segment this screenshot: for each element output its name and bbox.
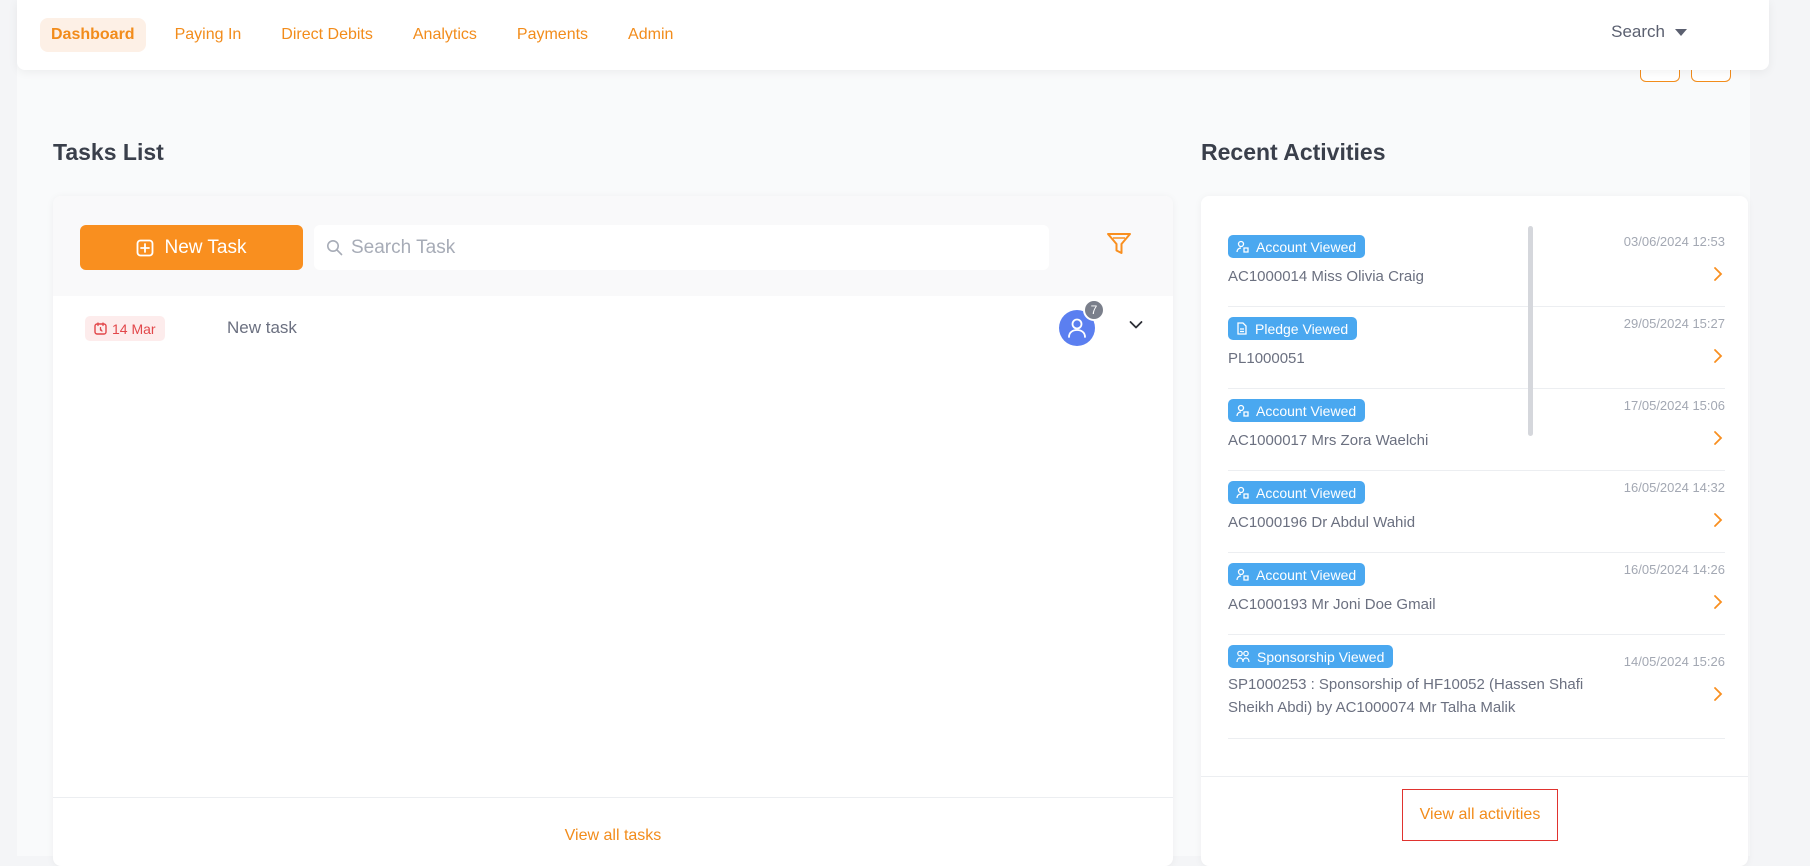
chevron-right-icon[interactable] xyxy=(1713,430,1723,446)
pledge-icon xyxy=(1236,322,1248,335)
activity-tag-label: Pledge Viewed xyxy=(1255,320,1349,337)
activity-description: AC1000193 Mr Joni Doe Gmail xyxy=(1228,596,1436,613)
activity-time: 16/05/2024 14:26 xyxy=(1623,562,1725,577)
activity-item[interactable]: Pledge Viewed 29/05/2024 15:27 PL1000051 xyxy=(1228,307,1725,389)
activities-card: Account Viewed 03/06/2024 12:53 AC100001… xyxy=(1201,196,1748,866)
activity-description: SP1000253 : Sponsorship of HF10052 (Hass… xyxy=(1228,676,1584,716)
top-navigation: Dashboard Paying In Direct Debits Analyt… xyxy=(17,0,1769,70)
activity-item[interactable]: Account Viewed 17/05/2024 15:06 AC100001… xyxy=(1228,389,1725,471)
activities-footer: View all activities xyxy=(1201,776,1748,866)
activity-time: 14/05/2024 15:26 xyxy=(1623,654,1725,669)
tasks-list-title: Tasks List xyxy=(53,139,164,165)
chevron-right-icon[interactable] xyxy=(1713,594,1723,610)
activity-tag: Account Viewed xyxy=(1228,399,1366,422)
task-row[interactable]: 14 Mar New task 7 xyxy=(53,296,1173,360)
activity-tag-label: Account Viewed xyxy=(1256,402,1357,419)
activity-tag-label: Sponsorship Viewed xyxy=(1257,648,1385,665)
activity-tag-label: Account Viewed xyxy=(1256,484,1357,501)
nav-item-dashboard[interactable]: Dashboard xyxy=(40,18,146,52)
activity-tag: Account Viewed xyxy=(1228,235,1366,258)
nav-item-paying-in[interactable]: Paying In xyxy=(164,18,253,52)
chevron-right-icon[interactable] xyxy=(1713,686,1723,702)
activity-tag-label: Account Viewed xyxy=(1256,566,1357,583)
account-icon xyxy=(1236,568,1249,581)
tasks-card: New Task 1 xyxy=(53,196,1173,866)
chevron-right-icon[interactable] xyxy=(1713,348,1723,364)
new-task-button[interactable]: New Task xyxy=(80,225,303,270)
new-task-icon xyxy=(136,239,154,257)
chevron-right-icon[interactable] xyxy=(1713,512,1723,528)
nav-item-direct-debits[interactable]: Direct Debits xyxy=(270,18,384,52)
account-icon xyxy=(1236,240,1249,253)
activity-item[interactable]: Account Viewed 03/06/2024 12:53 AC100001… xyxy=(1228,225,1725,307)
activity-item[interactable]: Account Viewed 16/05/2024 14:26 AC100019… xyxy=(1228,553,1725,635)
activity-time: 17/05/2024 15:06 xyxy=(1623,398,1725,413)
view-all-activities-link[interactable]: View all activities xyxy=(1402,789,1558,841)
account-icon xyxy=(1236,486,1249,499)
activity-time: 03/06/2024 12:53 xyxy=(1623,234,1725,249)
chevron-down-icon[interactable] xyxy=(1129,320,1143,330)
assignee-count-badge: 7 xyxy=(1083,299,1105,321)
view-all-tasks-link[interactable]: View all tasks xyxy=(565,827,662,866)
activity-description: AC1000014 Miss Olivia Craig xyxy=(1228,268,1424,285)
new-task-label: New Task xyxy=(164,236,247,258)
activity-description: PL1000051 xyxy=(1228,350,1305,367)
activity-tag: Sponsorship Viewed xyxy=(1228,645,1394,668)
activity-item[interactable]: Sponsorship Viewed 14/05/2024 15:26 SP10… xyxy=(1228,635,1725,739)
sponsorship-icon xyxy=(1236,650,1250,663)
search-icon xyxy=(326,239,343,256)
activities-scrollbar[interactable] xyxy=(1528,226,1533,436)
filter-icon[interactable] xyxy=(1106,232,1132,256)
nav-search-label: Search xyxy=(1611,22,1665,41)
task-search-box xyxy=(314,225,1049,270)
account-icon xyxy=(1236,404,1249,417)
activity-item[interactable]: Account Viewed 16/05/2024 14:32 AC100019… xyxy=(1228,471,1725,553)
task-search-input[interactable] xyxy=(351,236,1031,259)
activity-tag: Pledge Viewed xyxy=(1228,317,1358,340)
nav-search-dropdown[interactable]: Search xyxy=(1611,22,1687,42)
task-date: 14 Mar xyxy=(112,320,156,337)
tasks-toolbar: New Task xyxy=(53,196,1173,296)
task-name[interactable]: New task xyxy=(227,318,297,338)
activity-time: 29/05/2024 15:27 xyxy=(1623,316,1725,331)
activity-list: Account Viewed 03/06/2024 12:53 AC100001… xyxy=(1228,225,1725,739)
activity-description: AC1000196 Dr Abdul Wahid xyxy=(1228,514,1416,531)
activity-time: 16/05/2024 14:32 xyxy=(1623,480,1725,495)
activity-tag: Account Viewed xyxy=(1228,481,1366,504)
activity-tag-label: Account Viewed xyxy=(1256,238,1357,255)
calendar-alarm-icon xyxy=(94,322,107,335)
task-date-badge: 14 Mar xyxy=(85,316,165,341)
caret-down-icon xyxy=(1675,28,1687,36)
nav-item-payments[interactable]: Payments xyxy=(506,18,599,52)
activity-description: AC1000017 Mrs Zora Waelchi xyxy=(1228,432,1429,449)
nav-item-admin[interactable]: Admin xyxy=(617,18,684,52)
activity-tag: Account Viewed xyxy=(1228,563,1366,586)
recent-activities-title: Recent Activities xyxy=(1201,139,1386,165)
chevron-right-icon[interactable] xyxy=(1713,266,1723,282)
nav-item-analytics[interactable]: Analytics xyxy=(402,18,488,52)
